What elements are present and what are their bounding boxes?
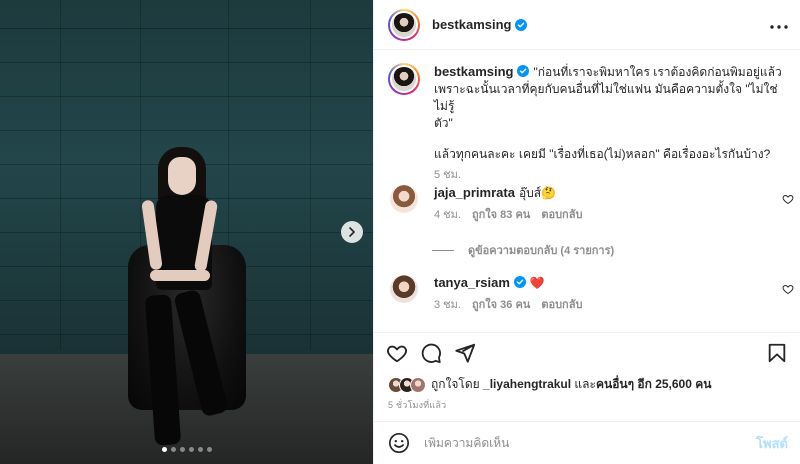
author-avatar[interactable]: [388, 8, 420, 41]
comment-like-icon[interactable]: [782, 193, 794, 205]
caption-text-line: แล้วทุกคนละคะ เคยมี "เรื่องที่เธอ(ไม่)หล…: [434, 147, 771, 161]
comment-item: jaja_primrata อุ๊บส์🤔 4 ชม. ถูกใจ 83 คน ต…: [374, 185, 800, 223]
share-icon[interactable]: [454, 342, 476, 364]
comment-item: tanya_rsiam ❤️ 3 ชม. ถูกใจ 36 คน ตอบกลับ: [374, 275, 800, 313]
caption-text-line: เพราะฉะนั้นเวลาที่คุยกับคนอื่นที่ไม่ใช่แ…: [434, 82, 778, 113]
carousel-dot: [197, 447, 203, 452]
carousel-dot: [206, 447, 212, 452]
caption-body: bestkamsing "ก่อนที่เราจะพิมหาใคร เราต้อง…: [434, 63, 786, 184]
comment-text: อุ๊บส์🤔: [518, 186, 557, 200]
post-side-panel: bestkamsing bestkamsing "ก่อนที่เราจะพิมห…: [373, 0, 800, 464]
wall-line: [0, 96, 373, 97]
likes-middle: และ: [574, 377, 596, 391]
photo-person-arm: [150, 270, 210, 281]
photo-person-face: [168, 157, 196, 195]
reply-button[interactable]: ตอบกลับ: [541, 207, 582, 223]
save-icon[interactable]: [766, 342, 788, 364]
post-photo[interactable]: [0, 0, 373, 464]
comments-list[interactable]: bestkamsing "ก่อนที่เราจะพิมหาใคร เราต้อง…: [374, 51, 800, 332]
liker-username[interactable]: _liyahengtrakul: [483, 377, 571, 391]
comment-text: ❤️: [529, 276, 545, 290]
reply-button[interactable]: ตอบกลับ: [541, 297, 582, 313]
view-replies-button[interactable]: ดูข้อความตอบกลับ (4 รายการ): [432, 241, 614, 259]
carousel-dot: [170, 447, 176, 452]
comment-time[interactable]: 3 ชม.: [434, 297, 461, 313]
carousel-dot: [179, 447, 185, 452]
comment-input[interactable]: [424, 436, 757, 450]
wall-line: [0, 130, 373, 131]
verified-badge-icon: [517, 65, 530, 77]
comment-time[interactable]: 4 ชม.: [434, 207, 461, 223]
post-header: bestkamsing: [374, 0, 800, 50]
author-username[interactable]: bestkamsing: [432, 17, 511, 32]
comment-likes[interactable]: ถูกใจ 36 คน: [472, 297, 530, 313]
heart-icon[interactable]: [386, 342, 408, 364]
post-comment-button[interactable]: โพสต์: [756, 433, 788, 454]
emoji-icon[interactable]: [388, 432, 410, 454]
carousel-dots: [0, 447, 373, 452]
verified-badge-icon: [515, 18, 528, 31]
caption-text-line: "ก่อนที่เราจะพิมหาใคร เราต้องคิดก่อนพิมอ…: [533, 65, 782, 79]
post-actions: [374, 332, 800, 372]
more-icon: [770, 24, 788, 29]
post-timestamp[interactable]: 5 ชั่วโมงที่แล้ว: [388, 398, 446, 412]
next-photo-button[interactable]: [341, 221, 363, 243]
comment-body: jaja_primrata อุ๊บส์🤔 4 ชม. ถูกใจ 83 คน ต…: [434, 185, 786, 223]
comment-likes[interactable]: ถูกใจ 83 คน: [472, 207, 530, 223]
post-modal: bestkamsing bestkamsing "ก่อนที่เราจะพิมห…: [0, 0, 800, 464]
wall-line: [310, 0, 311, 350]
replies-divider: [432, 249, 454, 251]
comment-like-icon[interactable]: [782, 283, 794, 295]
likes-prefix: ถูกใจโดย: [431, 377, 480, 391]
likes-text: ถูกใจโดย _liyahengtrakul และคนอื่นๆ อีก …: [431, 375, 711, 394]
carousel-dot: [161, 447, 167, 452]
author-avatar[interactable]: [388, 63, 420, 95]
likes-others-link[interactable]: คนอื่นๆ อีก 25,600 คน: [596, 377, 712, 391]
verified-badge-icon: [513, 276, 526, 288]
commenter-avatar[interactable]: [390, 275, 418, 303]
comment-composer: โพสต์: [374, 421, 800, 464]
wall-line: [0, 62, 373, 63]
comment-body: tanya_rsiam ❤️ 3 ชม. ถูกใจ 36 คน ตอบกลับ: [434, 275, 786, 313]
view-replies-label: ดูข้อความตอบกลับ (4 รายการ): [468, 245, 615, 257]
commenter-username[interactable]: tanya_rsiam: [434, 275, 510, 290]
wall-line: [60, 0, 61, 350]
next-arrow-icon: [349, 227, 355, 237]
wall-line: [0, 28, 373, 29]
caption-text-line: ตัว": [434, 116, 453, 130]
liker-avatar[interactable]: [410, 376, 426, 393]
likes-summary: ถูกใจโดย _liyahengtrakul และคนอื่นๆ อีก …: [388, 375, 788, 394]
post-caption: bestkamsing "ก่อนที่เราจะพิมหาใคร เราต้อง…: [374, 51, 800, 184]
comment-icon[interactable]: [420, 342, 442, 364]
more-options-button[interactable]: [770, 17, 788, 33]
caption-timestamp: 5 ชม.: [434, 169, 461, 181]
commenter-username[interactable]: jaja_primrata: [434, 185, 515, 200]
commenter-avatar[interactable]: [390, 185, 418, 213]
carousel-dot: [188, 447, 194, 452]
caption-username[interactable]: bestkamsing: [434, 64, 513, 79]
